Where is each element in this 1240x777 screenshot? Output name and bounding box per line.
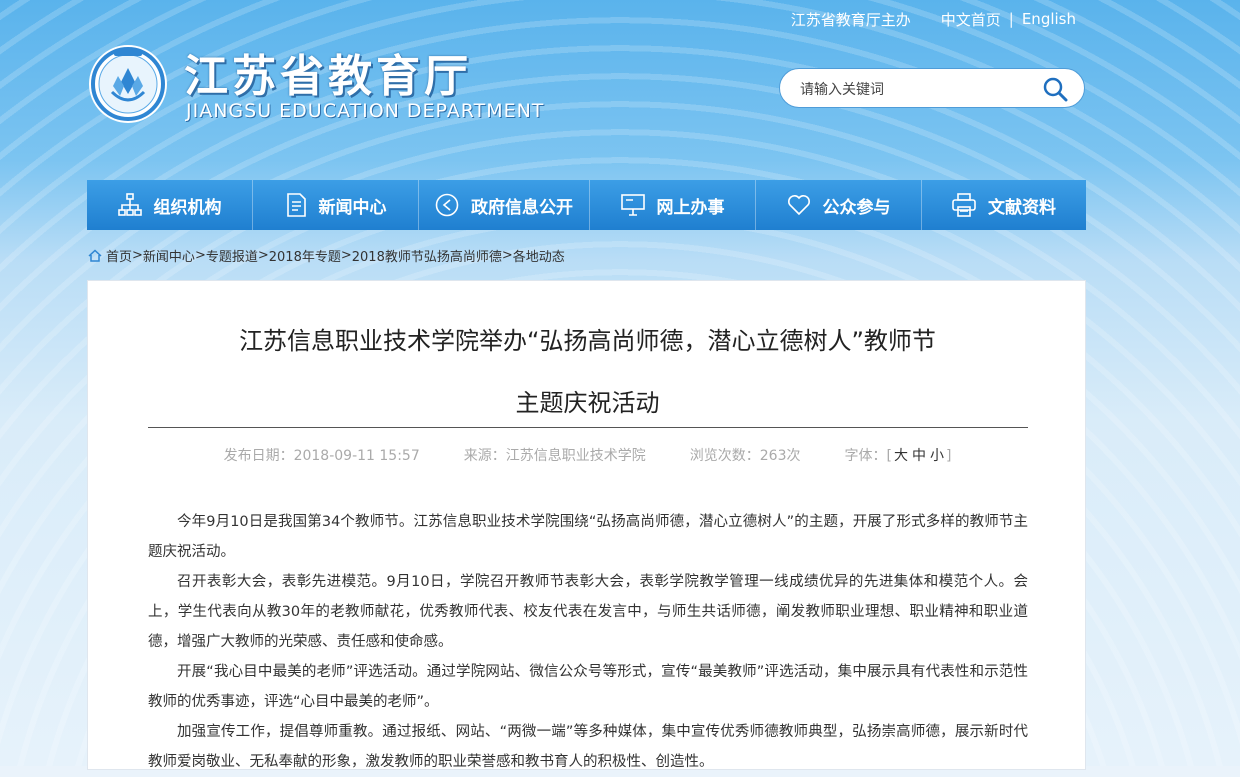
breadcrumb-separator: > (257, 248, 269, 263)
nav-label: 网上办事 (656, 197, 725, 218)
document-icon (286, 193, 306, 217)
brand-name-en: JIANGSU EDUCATION DEPARTMENT (186, 100, 545, 122)
org-chart-icon (117, 193, 142, 216)
monitor-icon (620, 194, 645, 216)
nav-literature[interactable]: 文献资料 (922, 180, 1086, 230)
main-nav: 组织机构 新闻中心 政府信息公开 网上办事 公众参与 文献资料 (87, 180, 1086, 230)
printer-icon (952, 193, 976, 217)
nav-label: 新闻中心 (318, 197, 387, 218)
publish-date: 发布日期：2018-09-11 15:57 (223, 448, 420, 464)
breadcrumb-local-news[interactable]: 各地动态 (513, 246, 565, 265)
article-body: 今年9月10日是我国第34个教师节。江苏信息职业技术学院围绕“弘扬高尚师德，潜心… (148, 507, 1028, 777)
nav-label: 组织机构 (153, 197, 222, 218)
title-divider (148, 427, 1028, 428)
breadcrumb-teachers-day[interactable]: 2018教师节弘扬高尚师德 (352, 246, 502, 265)
brand-name-cn: 江苏省教育厅 (184, 51, 472, 102)
view-count: 浏览次数：263次 (689, 448, 801, 464)
breadcrumb-separator: > (501, 248, 513, 263)
search-icon[interactable] (1042, 76, 1068, 102)
font-size-medium[interactable]: 中 (912, 448, 926, 464)
top-separator: | (1008, 10, 1014, 28)
department-logo-icon[interactable] (88, 44, 168, 124)
home-icon (88, 249, 102, 262)
nav-online-service[interactable]: 网上办事 (590, 180, 756, 230)
host-text: 江苏省教育厅主办 (790, 10, 911, 29)
breadcrumb-2018[interactable]: 2018年专题 (269, 246, 341, 265)
article-paragraph: 今年9月10日是我国第34个教师节。江苏信息职业技术学院围绕“弘扬高尚师德，潜心… (148, 514, 1028, 560)
breadcrumb-separator: > (132, 248, 143, 263)
nav-label: 文献资料 (988, 197, 1056, 218)
article-panel: 江苏信息职业技术学院举办“弘扬高尚师德，潜心立德树人”教师节 主题庆祝活动 发布… (87, 280, 1086, 770)
font-size-small[interactable]: 小 (930, 448, 944, 464)
article-paragraph: 加强宣传工作，提倡尊师重教。通过报纸、网站、“两微一端”等多种媒体，集中宣传优秀… (148, 724, 1028, 770)
nav-gov-info[interactable]: 政府信息公开 (419, 180, 590, 230)
breadcrumb: 首页 > 新闻中心 > 专题报道 > 2018年专题 > 2018教师节弘扬高尚… (88, 246, 565, 265)
nav-label: 政府信息公开 (471, 197, 573, 218)
article-title-line2: 主题庆祝活动 (515, 389, 660, 417)
breadcrumb-separator: > (194, 248, 206, 263)
nav-public-participation[interactable]: 公众参与 (756, 180, 922, 230)
breadcrumb-separator: > (340, 248, 352, 263)
search-box (779, 68, 1085, 108)
article-paragraph: 召开表彰大会，表彰先进模范。9月10日，学院召开教师节表彰大会，表彰学院教学管理… (148, 574, 1028, 650)
nav-news[interactable]: 新闻中心 (253, 180, 419, 230)
search-input[interactable] (798, 78, 1042, 102)
breadcrumb-home[interactable]: 首页 (106, 246, 132, 265)
nav-org[interactable]: 组织机构 (87, 180, 253, 230)
announcement-icon (435, 193, 459, 217)
article-source: 来源：江苏信息职业技术学院 (463, 448, 646, 464)
font-size-large[interactable]: 大 (894, 448, 908, 464)
breadcrumb-special[interactable]: 专题报道 (206, 246, 258, 265)
article-paragraph: 开展“我心目中最美的老师”评选活动。通过学院网站、微信公众号等形式，宣传“最美教… (148, 664, 1028, 710)
article-title: 江苏信息职业技术学院举办“弘扬高尚师德，潜心立德树人”教师节 (239, 327, 936, 355)
nav-label: 公众参与 (822, 197, 891, 218)
heart-icon (787, 195, 810, 216)
breadcrumb-news[interactable]: 新闻中心 (143, 246, 195, 265)
home-link[interactable]: 中文首页 (941, 9, 1001, 30)
font-size-switcher: 字体：[大中小] (844, 448, 952, 464)
article-meta: 发布日期：2018-09-11 15:57 来源：江苏信息职业技术学院 浏览次数… (88, 445, 1087, 465)
top-links: 江苏省教育厅主办 中文首页 | English (791, 8, 1076, 30)
english-link[interactable]: English (1022, 10, 1076, 28)
